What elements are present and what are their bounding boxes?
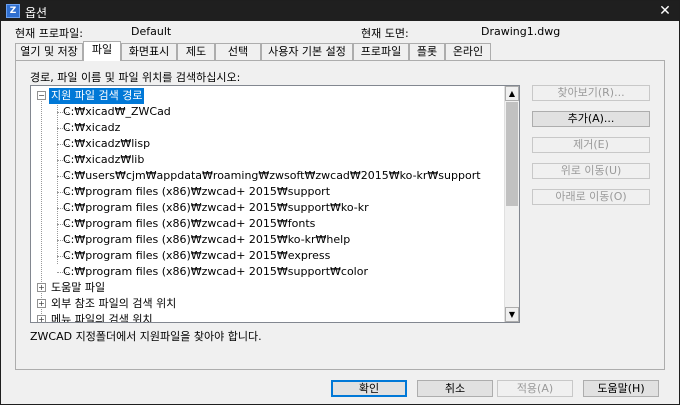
tree-path-item[interactable]: C:₩program files (x86)₩zwcad+ 2015₩fonts [63,216,315,232]
collapse-icon[interactable]: − [37,91,46,100]
tree-node-label: 지원 파일 검색 경로 [49,88,145,104]
window-title: 옵션 [25,6,48,20]
scroll-up-icon[interactable]: ▲ [505,86,519,101]
apply-button[interactable]: 적용(A) [497,380,573,397]
expand-icon[interactable]: + [37,315,46,322]
tree-node-label: 외부 참조 파일의 검색 위치 [51,297,177,310]
tree-path-item[interactable]: C:₩program files (x86)₩zwcad+ 2015₩ko-kr… [63,232,350,248]
search-path-tree[interactable]: − 지원 파일 검색 경로 C:₩xicad₩_ZWCad C:₩xicadz … [30,85,520,323]
expand-icon[interactable]: + [37,283,46,292]
current-profile-value: Default [131,25,172,38]
current-drawing-value: Drawing1.dwg [481,25,561,38]
close-icon[interactable]: ✕ [657,3,673,19]
scroll-down-icon[interactable]: ▼ [505,307,519,322]
search-prompt: 경로, 파일 이름 및 파일 위치를 검색하십시오: [30,71,241,84]
tree-path-item[interactable]: C:₩xicadz₩lisp [63,136,150,152]
tree-path-item[interactable]: C:₩xicadz₩lib [63,152,144,168]
help-button[interactable]: 도움말(H) [583,380,659,397]
tree-path-item[interactable]: C:₩xicadz [63,120,120,136]
title-bar: Z 옵션 ✕ [1,1,679,21]
scroll-thumb[interactable] [506,102,518,206]
current-profile-label: 현재 프로파일: [15,27,83,40]
remove-button[interactable]: 제거(E) [532,137,650,153]
current-drawing-label: 현재 도면: [361,27,409,40]
tree-node-label: 메뉴 파일의 검색 위치 [51,313,153,323]
options-dialog: Z 옵션 ✕ 현재 프로파일: Default 현재 도면: Drawing1.… [0,0,680,405]
tab-user-preferences[interactable]: 사용자 기본 설정 [261,43,353,61]
tab-plot[interactable]: 플롯 [409,43,445,61]
tab-online[interactable]: 온라인 [445,43,491,61]
move-down-button[interactable]: 아래로 이동(O) [532,189,650,205]
tree-path-item[interactable]: C:₩program files (x86)₩zwcad+ 2015₩expre… [63,248,330,264]
tab-files[interactable]: 파일 [83,41,121,61]
app-icon: Z [6,4,20,18]
expand-icon[interactable]: + [37,299,46,308]
move-up-button[interactable]: 위로 이동(U) [532,163,650,179]
tree-path-item[interactable]: C:₩program files (x86)₩zwcad+ 2015₩suppo… [63,200,369,216]
tab-display[interactable]: 화면표시 [121,43,177,61]
tree-path-item[interactable]: C:₩program files (x86)₩zwcad+ 2015₩suppo… [63,184,330,200]
help-note: ZWCAD 지정폴더에서 지원파일을 찾아야 합니다. [30,330,262,343]
tree-path-item[interactable]: C:₩program files (x86)₩zwcad+ 2015₩suppo… [63,264,368,280]
tree-scrollbar[interactable]: ▲ ▼ [504,86,519,322]
cancel-button[interactable]: 취소 [417,380,493,397]
tab-drafting[interactable]: 제도 [177,43,215,61]
tree-path-item[interactable]: C:₩users₩cjm₩appdata₩roaming₩zwsoft₩zwca… [63,168,481,184]
ok-button[interactable]: 확인 [331,380,407,397]
tree-node-label: 도움말 파일 [51,281,106,294]
tab-selection[interactable]: 선택 [215,43,261,61]
tab-open-save[interactable]: 열기 및 저장 [15,43,83,61]
files-panel: 경로, 파일 이름 및 파일 위치를 검색하십시오: − 지원 파일 검색 경로… [15,60,665,370]
tree-path-item[interactable]: C:₩xicad₩_ZWCad [63,104,171,120]
tab-profiles[interactable]: 프로파일 [353,43,409,61]
add-button[interactable]: 추가(A)... [532,111,650,127]
browse-button[interactable]: 찾아보기(R)... [532,85,650,101]
